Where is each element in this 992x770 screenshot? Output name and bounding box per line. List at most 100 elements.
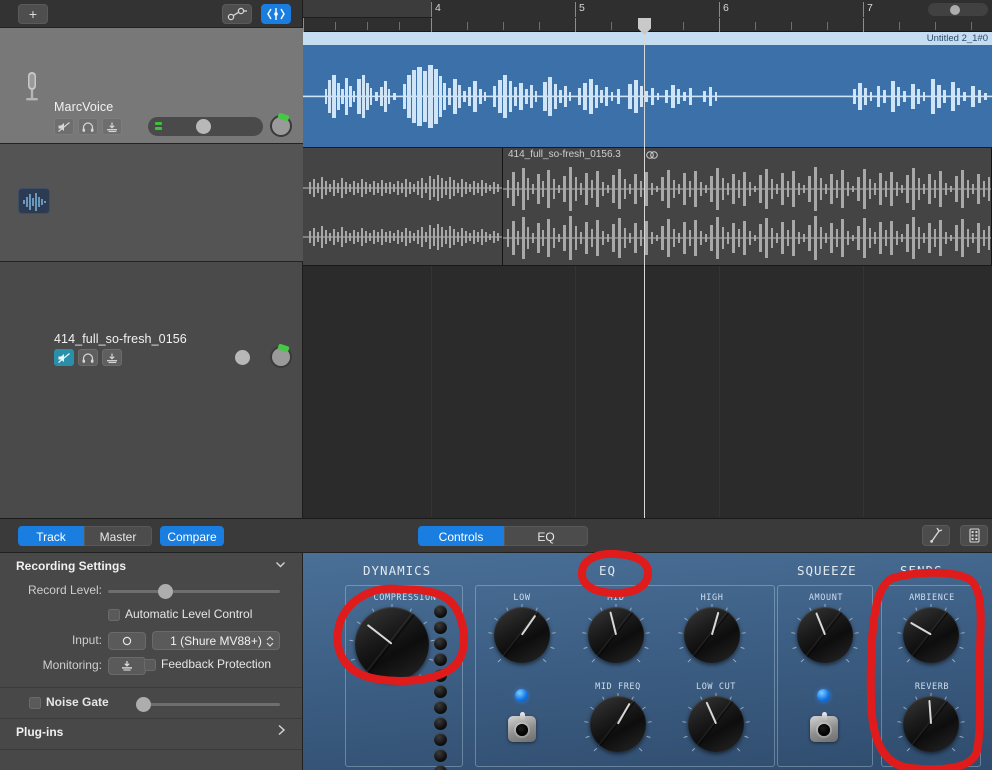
mid-freq-knob[interactable] xyxy=(590,696,646,752)
noise-gate-slider[interactable] xyxy=(136,697,280,712)
amount-knob[interactable] xyxy=(797,607,853,663)
sends-group-title: SENDS xyxy=(900,563,943,578)
mono-input-icon[interactable] xyxy=(108,632,146,650)
chevron-right-icon[interactable] xyxy=(276,724,286,736)
eq-toggle-switch[interactable] xyxy=(508,712,536,742)
reverb-knob-label: REVERB xyxy=(914,682,950,692)
noise-gate-section: Noise Gate xyxy=(0,688,302,719)
track-header-toolbar: + xyxy=(0,0,302,28)
region-title-bar: 414_full_so-fresh_0156.3 xyxy=(503,148,991,162)
track-lane-1[interactable]: Untitled 2_1#0 xyxy=(303,32,992,148)
stereo-icon xyxy=(646,151,658,159)
ambience-knob-label: AMBIENCE xyxy=(909,593,955,603)
monitoring-icon[interactable] xyxy=(108,657,146,675)
noise-gate-row: Noise Gate xyxy=(0,688,302,718)
audio-region-414-full-so-fresh[interactable]: 414_full_so-fresh_0156.3 xyxy=(503,148,992,265)
mid-knob[interactable] xyxy=(588,607,644,663)
region-title-bar: Untitled 2_1#0 xyxy=(303,32,992,45)
recording-settings-section: Recording Settings Record Level: Automat… xyxy=(0,553,302,688)
bar-label: 4 xyxy=(431,2,441,17)
chevron-down-icon[interactable] xyxy=(275,559,286,570)
amount-knob-label: AMOUNT xyxy=(808,593,844,603)
input-row: Input: 1 (Shure MV88+) xyxy=(0,629,302,654)
smart-controls-panel: DYNAMICS COMPRESSION EQ LOW MID HIGH MID… xyxy=(303,553,992,770)
mute-button[interactable] xyxy=(54,349,74,366)
track-inspector: Recording Settings Record Level: Automat… xyxy=(0,553,303,770)
volume-thumb[interactable] xyxy=(196,119,211,134)
compression-knob-label: COMPRESSION xyxy=(373,593,437,603)
record-level-row: Record Level: xyxy=(0,579,302,604)
stepper-icon xyxy=(266,636,274,647)
bar-label: 5 xyxy=(575,2,585,17)
track-name: 414_full_so-fresh_0156 xyxy=(54,332,187,346)
low-knob-label: LOW xyxy=(513,593,531,603)
automation-curve-icon[interactable] xyxy=(222,4,252,24)
feedback-protection-label: Feedback Protection xyxy=(161,657,272,671)
plugins-section[interactable]: Plug-ins xyxy=(0,719,302,750)
region-name: 414_full_so-fresh_0156.3 xyxy=(508,149,621,160)
bar-label: 6 xyxy=(719,2,729,17)
mute-button[interactable] xyxy=(54,118,74,135)
high-knob[interactable] xyxy=(684,607,740,663)
keyboard-grid-icon[interactable] xyxy=(960,525,988,546)
ambience-knob[interactable] xyxy=(903,607,959,663)
solo-button[interactable] xyxy=(78,349,98,366)
audio-region-untitled[interactable]: Untitled 2_1#0 xyxy=(303,32,992,147)
noise-gate-checkbox[interactable] xyxy=(29,697,41,709)
editor-panel: Track Master Compare Controls EQ Recordi… xyxy=(0,518,992,770)
volume-slider[interactable] xyxy=(148,117,263,136)
squeeze-power-led xyxy=(817,689,830,702)
pan-knob[interactable] xyxy=(270,112,292,137)
tab-master[interactable]: Master xyxy=(84,526,152,546)
flex-time-icon[interactable] xyxy=(261,4,291,24)
section-title: Recording Settings xyxy=(16,559,127,573)
record-enable-button[interactable] xyxy=(102,349,122,366)
track-lane-2[interactable]: 414_full_so-fresh_0156.3 xyxy=(303,148,992,266)
volume-thumb[interactable] xyxy=(235,350,250,365)
automatic-level-control-label: Automatic Level Control xyxy=(125,607,253,621)
eq-group-title: EQ xyxy=(599,563,617,578)
plugins-label: Plug-ins xyxy=(16,725,64,739)
waveform xyxy=(303,65,992,128)
record-level-slider[interactable] xyxy=(108,584,280,599)
track-header-marcvoice[interactable]: MarcVoice xyxy=(0,28,303,144)
bar-label: 7 xyxy=(863,2,873,17)
reverb-knob[interactable] xyxy=(903,696,959,752)
noise-gate-label: Noise Gate xyxy=(46,695,109,709)
audio-region-part1[interactable] xyxy=(303,148,503,265)
compare-button[interactable]: Compare xyxy=(160,526,224,546)
recording-settings-header[interactable]: Recording Settings xyxy=(0,553,302,579)
tuning-fork-icon[interactable] xyxy=(922,525,950,546)
empty-track-area[interactable] xyxy=(0,262,302,545)
tab-controls[interactable]: Controls xyxy=(418,526,504,546)
input-label: Input: xyxy=(71,633,102,647)
squeeze-toggle-switch[interactable] xyxy=(810,712,838,742)
volume-slider[interactable] xyxy=(143,348,263,367)
solo-button[interactable] xyxy=(78,118,98,135)
pan-knob[interactable] xyxy=(270,343,292,368)
add-track-button[interactable]: + xyxy=(18,4,48,24)
zoom-slider[interactable] xyxy=(928,3,988,16)
monitoring-label: Monitoring: xyxy=(42,658,102,672)
playhead[interactable] xyxy=(638,18,651,518)
region-name: Untitled 2_1#0 xyxy=(926,33,988,44)
compression-knob[interactable] xyxy=(355,607,429,681)
record-level-label: Record Level: xyxy=(27,583,102,597)
input-source-dropdown[interactable]: 1 (Shure MV88+) xyxy=(152,631,280,650)
record-enable-button[interactable] xyxy=(102,118,122,135)
feedback-protection-checkbox[interactable] xyxy=(144,659,156,671)
tab-track[interactable]: Track xyxy=(18,526,84,546)
bar-ruler[interactable]: 4 5 6 7 xyxy=(303,0,992,18)
waveform xyxy=(303,175,502,250)
low-knob[interactable] xyxy=(494,607,550,663)
low-cut-knob[interactable] xyxy=(688,696,744,752)
tracks-area: + MarcVoice 414_full_so-fresh_0156 4 5 6… xyxy=(0,0,992,545)
track-name: MarcVoice xyxy=(54,100,114,114)
plugins-header[interactable]: Plug-ins xyxy=(0,719,302,749)
tab-eq[interactable]: EQ xyxy=(504,526,588,546)
automatic-level-control-checkbox[interactable] xyxy=(108,609,120,621)
dynamics-group-title: DYNAMICS xyxy=(363,563,432,578)
track-header-414-full-so-fresh[interactable]: 414_full_so-fresh_0156 xyxy=(0,144,303,368)
empty-timeline-area[interactable] xyxy=(303,266,992,517)
level-meter xyxy=(155,122,162,131)
